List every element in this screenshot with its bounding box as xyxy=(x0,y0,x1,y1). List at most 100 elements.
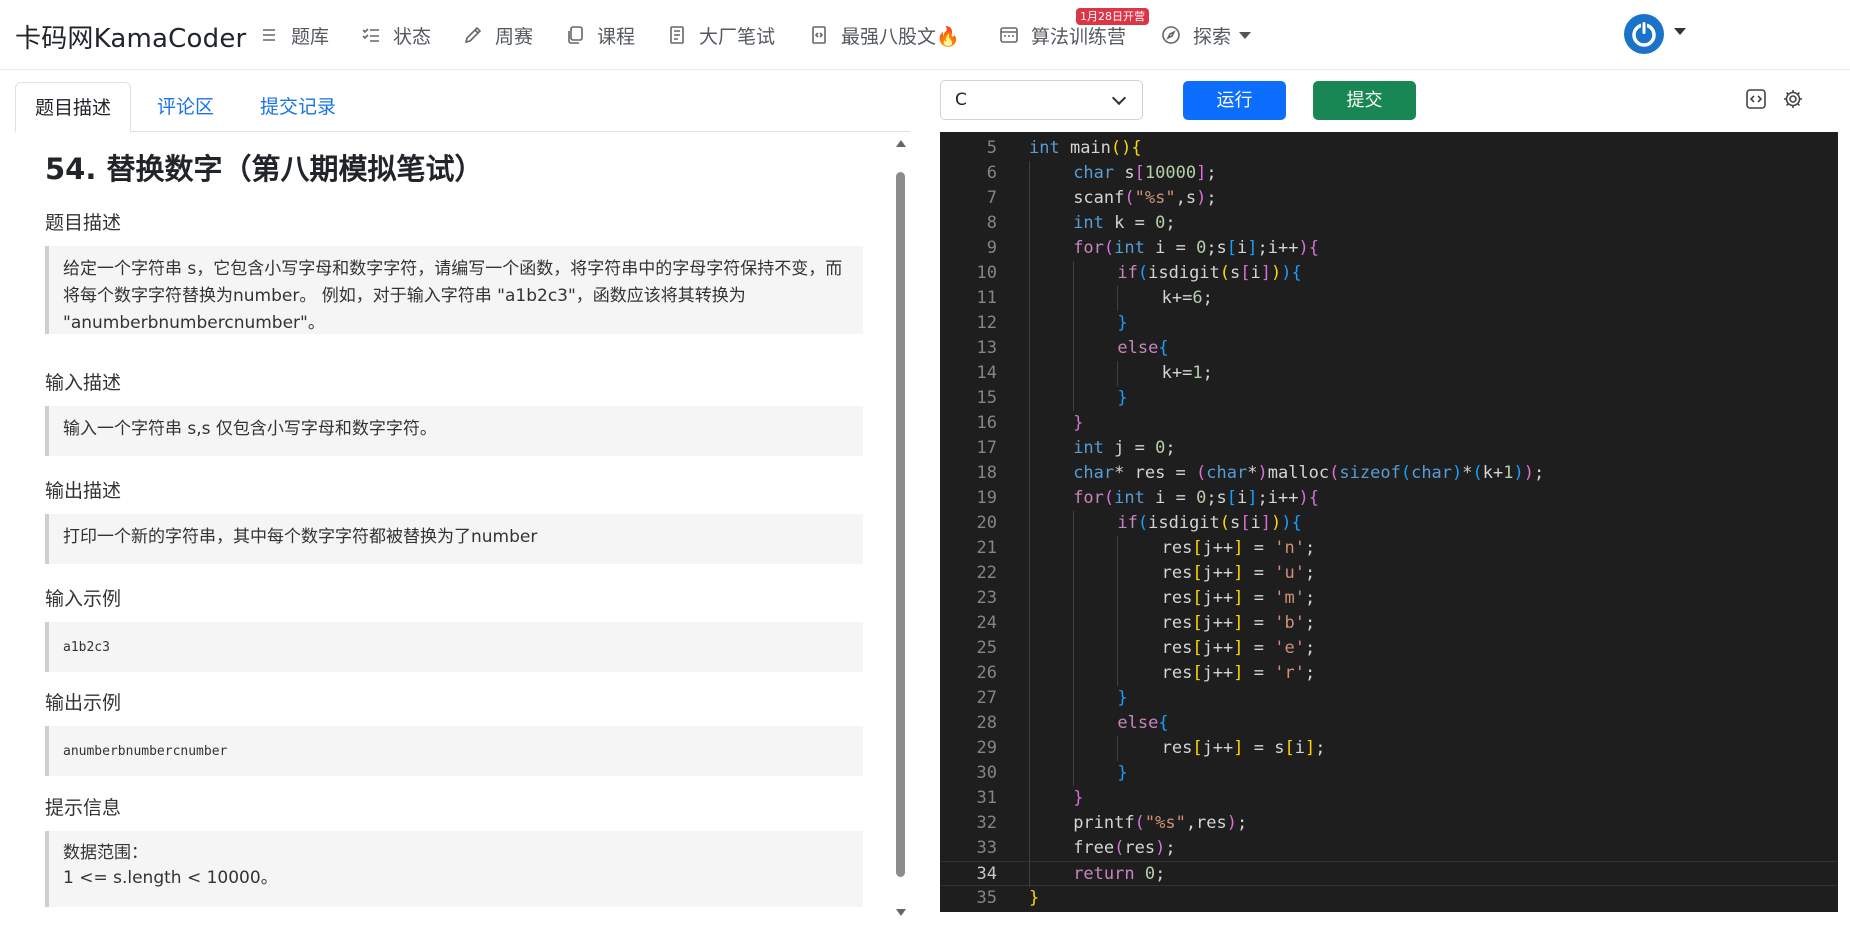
code-line[interactable]: 6 char s[10000]; xyxy=(940,161,1838,186)
code-token: 'n' xyxy=(1274,538,1305,558)
code-toggle-button[interactable] xyxy=(1745,88,1767,110)
code-token: ; xyxy=(1202,288,1213,308)
code-text: char* res = (char*)malloc(sizeof(char)*(… xyxy=(1073,461,1544,486)
settings-button[interactable] xyxy=(1782,88,1804,110)
code-editor[interactable]: 5 int main(){6 char s[10000]; 7 scanf("%s",s… xyxy=(940,132,1838,912)
nav-item-problems[interactable]: 题库 xyxy=(259,22,329,48)
nav-item-company-exams[interactable]: 大厂笔试 xyxy=(667,22,775,48)
code-line[interactable]: 19 for(int i = 0;s[i];i++){ xyxy=(940,486,1838,511)
nav-item-interview-notes[interactable]: 最强八股文🔥 xyxy=(809,22,960,48)
tab-submissions[interactable]: 提交记录 xyxy=(241,82,355,133)
code-token: [ xyxy=(1240,263,1251,283)
indent-guide xyxy=(1073,336,1075,361)
code-line[interactable]: 34 return 0; xyxy=(940,861,1838,887)
code-token: else xyxy=(1117,713,1159,733)
run-button[interactable]: 运行 xyxy=(1183,81,1286,120)
code-text: } xyxy=(1073,411,1083,436)
code-line[interactable]: 35} xyxy=(940,886,1838,911)
code-token: ( xyxy=(1124,188,1135,208)
line-number: 21 xyxy=(976,538,997,558)
code-text: char s[10000]; xyxy=(1073,161,1216,186)
code-token: j++ xyxy=(1202,588,1234,608)
code-line[interactable]: 30} xyxy=(940,761,1838,786)
indent-guide xyxy=(1029,336,1030,361)
code-token: char xyxy=(1206,463,1248,483)
language-select[interactable]: C xyxy=(940,80,1143,120)
submit-button[interactable]: 提交 xyxy=(1313,81,1416,120)
indent-guide xyxy=(1029,436,1030,461)
code-line[interactable]: 20 if(isdigit(s[i])){ xyxy=(940,511,1838,536)
nav-item-label: 大厂笔试 xyxy=(699,25,776,48)
chevron-down-icon[interactable] xyxy=(1674,28,1686,35)
code-line[interactable]: 32 printf("%s",res); xyxy=(940,811,1838,836)
indent-guide xyxy=(1029,161,1030,186)
code-line[interactable]: 24 res[j++] = 'b'; xyxy=(940,611,1838,636)
code-line[interactable]: 21 res[j++] = 'n'; xyxy=(940,536,1838,561)
code-line[interactable]: 5 int main(){ xyxy=(940,136,1838,161)
code-line[interactable]: 33 free(res); xyxy=(940,836,1838,861)
code-token: s xyxy=(1230,263,1241,283)
line-number: 33 xyxy=(976,838,997,858)
code-line[interactable]: 13 else{ xyxy=(940,336,1838,361)
indent-guide xyxy=(1073,736,1075,761)
code-line[interactable]: 18 char* res = (char*)malloc(sizeof(char)… xyxy=(940,461,1838,486)
code-line[interactable]: 25 res[j++] = 'e'; xyxy=(940,636,1838,661)
code-text: else{ xyxy=(1117,711,1168,736)
code-token: res xyxy=(1161,738,1193,758)
code-line[interactable]: 31} xyxy=(940,786,1838,811)
nav-item-explore[interactable]: 探索 xyxy=(1161,22,1252,48)
code-token: ) xyxy=(1257,463,1268,483)
code-token: scanf xyxy=(1073,188,1125,208)
indent-guide xyxy=(1073,311,1075,336)
code-token: { xyxy=(1308,238,1319,258)
nav-item-weekly-contest[interactable]: 周赛 xyxy=(463,22,533,48)
scroll-down-arrow-icon[interactable] xyxy=(896,909,906,916)
code-line[interactable]: 8 int k = 0; xyxy=(940,211,1838,236)
code-token: { xyxy=(1308,488,1319,508)
code-text: res[j++] = 'e'; xyxy=(1162,636,1316,661)
user-avatar[interactable] xyxy=(1624,14,1664,54)
scroll-thumb[interactable] xyxy=(896,172,905,877)
brand-logo[interactable]: 卡码网KamaCoder xyxy=(15,18,246,55)
nav-item-status[interactable]: 状态 xyxy=(361,22,431,48)
code-line[interactable]: 28 else{ xyxy=(940,711,1838,736)
code-text: else{ xyxy=(1117,336,1168,361)
code-line[interactable]: 26 res[j++] = 'r'; xyxy=(940,661,1838,686)
code-token: ( xyxy=(1110,138,1122,158)
code-token: ; xyxy=(1315,738,1326,758)
code-line[interactable]: 29 res[j++] = s[i]; xyxy=(940,736,1838,761)
terminal-window-icon xyxy=(1000,27,1018,43)
code-text: } xyxy=(1117,686,1127,711)
code-line[interactable]: 12} xyxy=(940,311,1838,336)
code-text: k+=6; xyxy=(1162,286,1213,311)
nav-item-training-camp[interactable]: 算法训练营 xyxy=(999,22,1126,48)
code-line[interactable]: 17 int j = 0; xyxy=(940,436,1838,461)
code-text: } xyxy=(1117,761,1127,786)
code-token: return xyxy=(1073,864,1135,884)
nav-item-courses[interactable]: 课程 xyxy=(565,22,635,48)
code-token: ) xyxy=(1155,838,1166,858)
indent-guide xyxy=(1073,611,1075,636)
code-token: ) xyxy=(1281,263,1292,283)
code-line[interactable]: 27} xyxy=(940,686,1838,711)
code-line[interactable]: 16} xyxy=(940,411,1838,436)
code-token: int xyxy=(1114,238,1145,258)
code-line[interactable]: 23 res[j++] = 'm'; xyxy=(940,586,1838,611)
line-number: 9 xyxy=(986,238,997,258)
code-line[interactable]: 11 k+=6; xyxy=(940,286,1838,311)
indent-guide xyxy=(1029,686,1030,711)
tab-problem-description[interactable]: 题目描述 xyxy=(15,82,132,133)
code-line[interactable]: 10 if(isdigit(s[i])){ xyxy=(940,261,1838,286)
code-token: char xyxy=(1411,463,1453,483)
scroll-up-arrow-icon[interactable] xyxy=(896,140,906,147)
tab-comments[interactable]: 评论区 xyxy=(138,82,233,133)
code-line[interactable]: 9 for(int i = 0;s[i];i++){ xyxy=(940,236,1838,261)
code-line[interactable]: 14 k+=1; xyxy=(940,361,1838,386)
code-token: ( xyxy=(1219,513,1231,533)
code-token: 0 xyxy=(1144,864,1156,884)
code-line[interactable]: 22 res[j++] = 'u'; xyxy=(940,561,1838,586)
code-line[interactable]: 15} xyxy=(940,386,1838,411)
content-scrollbar[interactable] xyxy=(893,134,907,925)
section-text: 给定一个字符串 s，它包含小写字母和数字字符，请编写一个函数，将字符串中的字母字… xyxy=(63,259,843,333)
code-line[interactable]: 7 scanf("%s",s); xyxy=(940,186,1838,211)
